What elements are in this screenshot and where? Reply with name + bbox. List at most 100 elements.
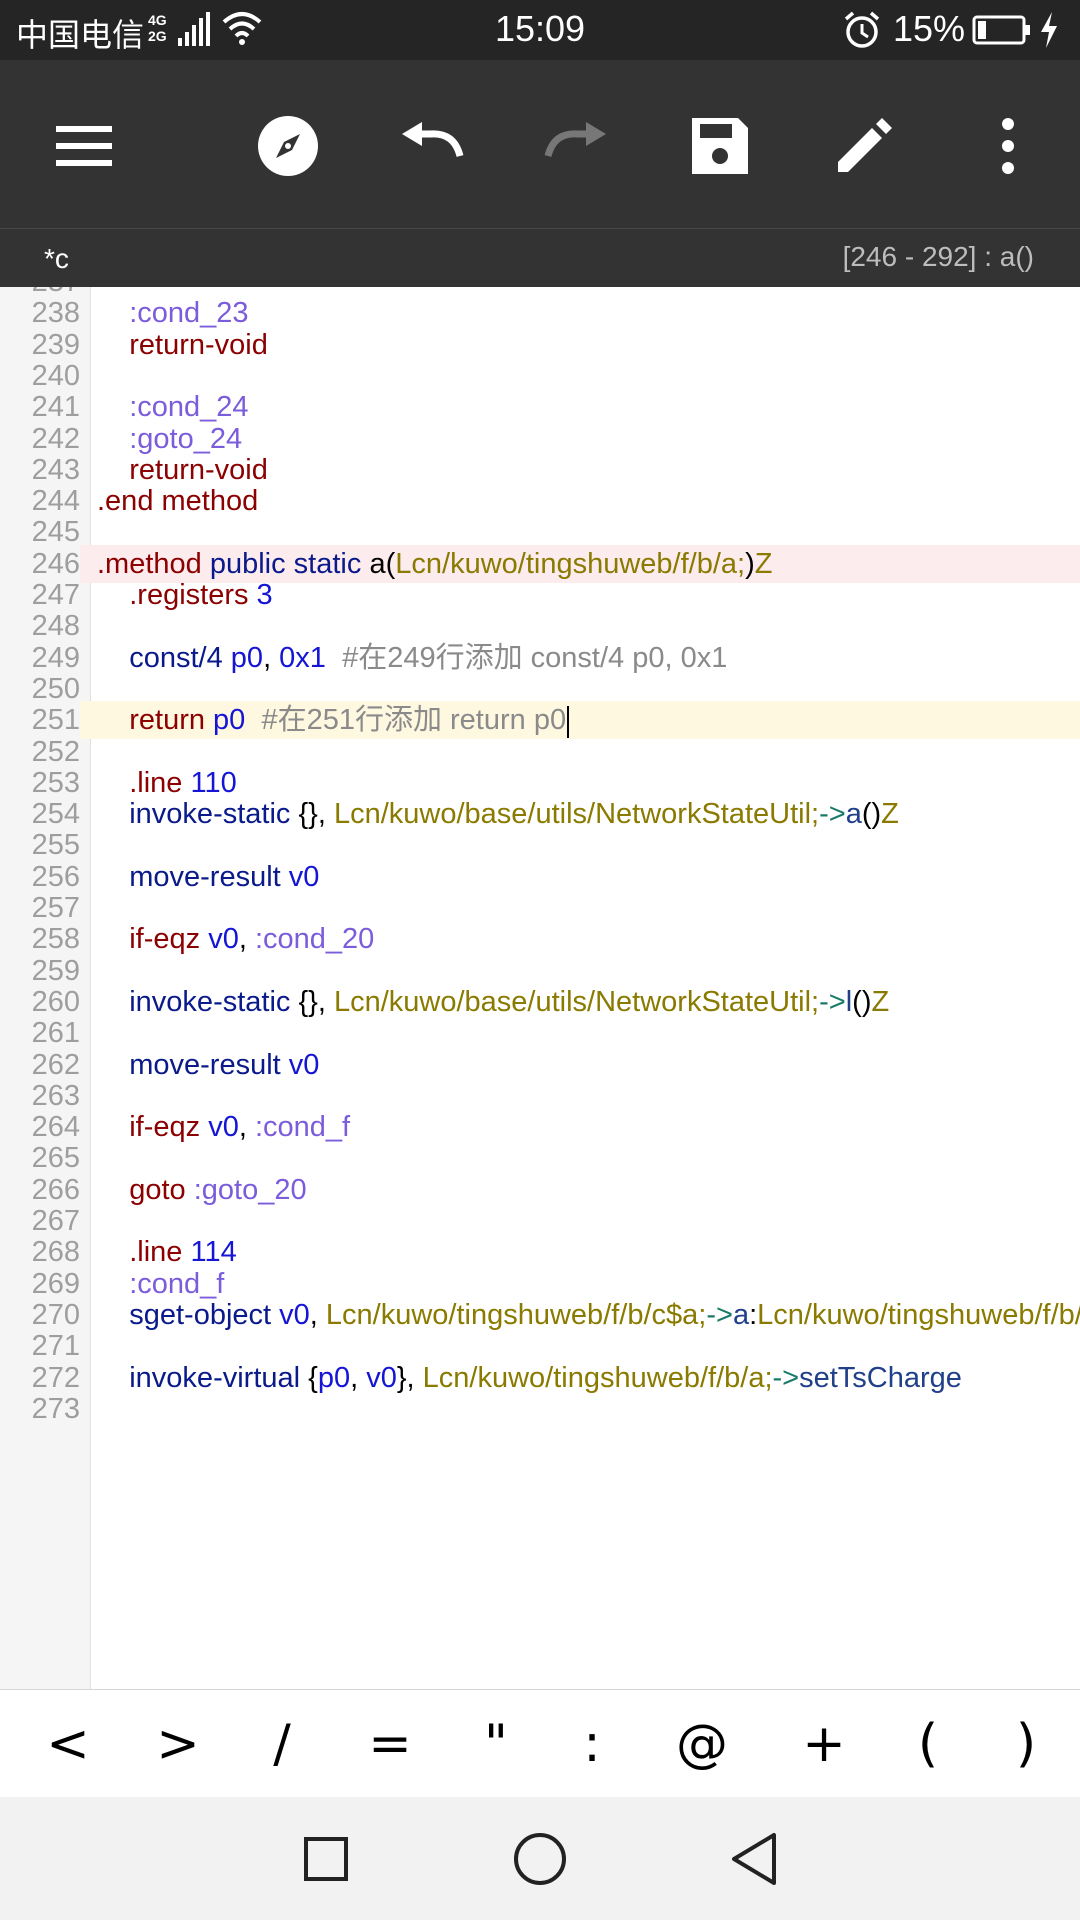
code-token: ( — [385, 547, 396, 580]
code-editor[interactable]: 237238 :cond_23239 return-void240241 :co… — [0, 287, 1080, 1689]
code-token: v0 — [366, 1361, 397, 1394]
menu-icon[interactable] — [52, 114, 116, 178]
edit-icon[interactable] — [832, 114, 896, 178]
code-token: return — [129, 704, 205, 737]
code-token: if-eqz — [129, 923, 201, 956]
code-token: v0 — [271, 1298, 310, 1331]
code-token: move-result — [129, 860, 281, 893]
code-token: const/4 — [129, 641, 223, 674]
code-token: .method — [97, 547, 202, 580]
symbol-key[interactable]: / — [242, 1708, 322, 1780]
code-token: return-void — [129, 453, 268, 486]
status-bar: 中国电信 4G 2G 15:09 15% — [0, 0, 1080, 60]
code-token: 3 — [248, 579, 273, 611]
code-token: , — [263, 641, 272, 674]
code-token: () — [852, 985, 872, 1018]
code-token: p0 — [317, 1361, 351, 1394]
code-token: -> — [819, 798, 846, 831]
symbol-key[interactable]: < — [28, 1708, 108, 1780]
code-token: :goto_20 — [185, 1173, 307, 1206]
code-token: }, — [396, 1361, 423, 1394]
code-token: :cond_23 — [129, 297, 249, 330]
code-token: if-eqz — [129, 1111, 201, 1144]
compass-icon[interactable] — [256, 114, 320, 178]
back-triangle-icon[interactable] — [724, 1827, 788, 1891]
code-token: {}, — [290, 798, 334, 831]
code-token: {}, — [290, 985, 334, 1018]
tab-file[interactable]: *c — [44, 243, 69, 275]
symbol-key[interactable]: > — [138, 1708, 218, 1780]
code-token: .registers — [129, 579, 249, 611]
code-token: v0 — [280, 1048, 320, 1081]
symbol-key[interactable]: = — [350, 1708, 430, 1780]
code-token: sget-object — [129, 1298, 272, 1331]
more-vert-icon[interactable] — [976, 114, 1040, 178]
code-token: Lcn/kuwo/base/utils/NetworkStateUtil; — [333, 798, 820, 831]
line-number: 273 — [31, 1392, 80, 1425]
symbol-key[interactable]: : — [552, 1708, 632, 1780]
toolbar — [0, 60, 1080, 228]
code-token: 114 — [182, 1236, 237, 1269]
code-token: , — [238, 923, 255, 956]
code-token: :cond_f — [129, 1267, 225, 1300]
code-line[interactable]: 273 — [0, 1390, 1080, 1428]
code-token: setTsCharge — [799, 1361, 962, 1394]
code-token: { — [300, 1361, 318, 1394]
code-token: .line — [129, 1236, 183, 1269]
battery-percent: 15% — [893, 8, 966, 49]
undo-icon[interactable] — [400, 114, 464, 178]
code-token: a — [845, 798, 862, 831]
symbol-key[interactable]: + — [784, 1708, 864, 1780]
code-token: public static — [201, 547, 370, 580]
code-token: goto — [129, 1173, 186, 1206]
symbol-key[interactable]: " — [456, 1708, 536, 1780]
code-token: :cond_20 — [254, 923, 375, 956]
code-token: ) — [745, 547, 755, 580]
code-token: a — [732, 1298, 750, 1331]
navigation-bar — [0, 1797, 1080, 1920]
code-token: : — [749, 1298, 758, 1331]
code-token: -> — [819, 985, 846, 1018]
code-token: v0 — [200, 923, 239, 956]
code-token: invoke-virtual — [129, 1361, 301, 1394]
code-token: #在249行添加 const/4 p0, 0x1 — [325, 641, 728, 674]
symbol-key[interactable]: ( — [888, 1708, 968, 1780]
code-token: , — [350, 1361, 367, 1394]
code-token: p0 — [205, 704, 246, 737]
code-token: .end method — [97, 485, 259, 518]
save-icon[interactable] — [688, 114, 752, 178]
code-token: -> — [706, 1298, 733, 1331]
method-range-label: [246 - 292] : a() — [842, 241, 1034, 272]
code-token: invoke-static — [129, 985, 291, 1018]
code-token: a — [369, 547, 386, 580]
code-token: Lcn/kuwo/tingshuweb/f/b/a; — [422, 1361, 773, 1394]
code-token: Lcn/kuwo/tingshuweb/f/b/c$a; — [757, 1298, 1080, 1331]
code-token: Z — [881, 798, 899, 831]
charging-icon — [1041, 12, 1057, 48]
code-token: .line — [129, 766, 183, 799]
code-token: Lcn/kuwo/tingshuweb/f/b/a; — [395, 547, 746, 580]
home-circle-icon[interactable] — [508, 1827, 572, 1891]
code-token: , — [238, 1111, 255, 1144]
code-token: 110 — [182, 766, 237, 799]
recents-square-icon[interactable] — [294, 1827, 358, 1891]
symbol-key[interactable]: ) — [986, 1708, 1066, 1780]
code-token: Z — [871, 985, 890, 1018]
code-token: 0x1 — [271, 641, 326, 674]
code-token: move-result — [129, 1048, 281, 1081]
symbol-key[interactable]: @ — [662, 1708, 742, 1780]
